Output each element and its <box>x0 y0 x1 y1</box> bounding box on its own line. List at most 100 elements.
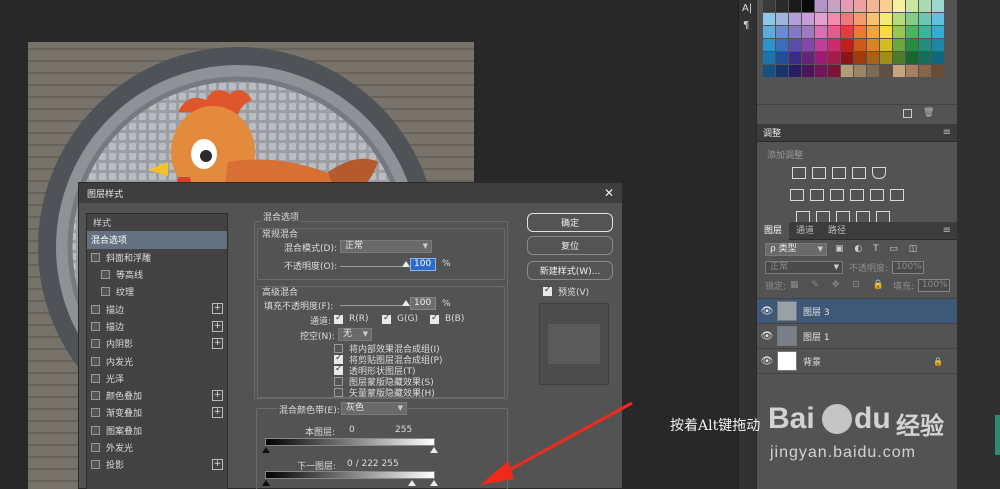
color-swatch[interactable] <box>854 52 866 64</box>
channel-b-checkbox[interactable] <box>430 313 439 324</box>
preview-toggle[interactable]: 预览(V) <box>543 285 589 298</box>
advanced-option-checkbox[interactable] <box>334 364 343 375</box>
color-swatch[interactable] <box>880 52 892 64</box>
curves-icon[interactable] <box>832 167 846 179</box>
color-swatch[interactable] <box>932 0 944 12</box>
style-item[interactable]: 斜面和浮雕 <box>87 249 227 266</box>
color-swatch[interactable] <box>867 39 879 51</box>
color-swatch[interactable] <box>932 26 944 38</box>
color-swatch[interactable] <box>867 13 879 25</box>
color-swatch[interactable] <box>828 39 840 51</box>
color-swatch[interactable] <box>880 26 892 38</box>
color-swatch[interactable] <box>776 13 788 25</box>
color-swatch[interactable] <box>828 52 840 64</box>
channel-r-checkbox[interactable] <box>334 313 343 324</box>
color-swatch[interactable] <box>789 65 801 77</box>
add-effect-icon[interactable]: + <box>212 389 223 401</box>
color-swatch[interactable] <box>828 13 840 25</box>
eye-icon[interactable]: 👁 <box>757 356 777 367</box>
color-swatch[interactable] <box>776 39 788 51</box>
color-swatch[interactable] <box>906 0 918 12</box>
style-item-checkbox[interactable] <box>91 339 100 349</box>
color-swatch[interactable] <box>880 0 892 12</box>
color-swatch[interactable] <box>802 0 814 12</box>
scroll-handle[interactable] <box>995 415 1000 455</box>
style-item[interactable]: 混合选项 <box>87 231 227 249</box>
color-swatch[interactable] <box>828 65 840 77</box>
style-item-checkbox[interactable] <box>91 373 100 383</box>
this-layer-white-knob[interactable] <box>430 447 438 453</box>
style-item-checkbox[interactable] <box>91 425 100 435</box>
color-swatch[interactable] <box>815 39 827 51</box>
exposure-icon[interactable] <box>852 167 866 179</box>
underlying-black-knob[interactable] <box>262 480 270 486</box>
color-swatch[interactable] <box>880 65 892 77</box>
style-item-checkbox[interactable] <box>91 391 100 401</box>
style-item[interactable]: 投影 + <box>87 456 227 473</box>
style-item-checkbox[interactable] <box>91 321 100 331</box>
add-effect-icon[interactable]: + <box>212 303 223 315</box>
this-layer-black-knob[interactable] <box>262 447 270 453</box>
color-swatch[interactable] <box>841 52 853 64</box>
add-effect-icon[interactable]: + <box>212 338 223 350</box>
color-swatch[interactable] <box>893 26 905 38</box>
style-item[interactable]: 外发光 <box>87 439 227 456</box>
color-swatch[interactable] <box>789 39 801 51</box>
color-swatch[interactable] <box>906 65 918 77</box>
brightness-icon[interactable] <box>792 167 806 179</box>
color-swatch[interactable] <box>776 0 788 12</box>
color-swatch[interactable] <box>893 0 905 12</box>
style-item-checkbox[interactable] <box>91 408 100 418</box>
color-swatch[interactable] <box>789 26 801 38</box>
color-swatch[interactable] <box>815 26 827 38</box>
style-item-checkbox[interactable] <box>91 460 100 470</box>
color-swatch[interactable] <box>802 26 814 38</box>
color-swatch[interactable] <box>867 65 879 77</box>
color-swatch[interactable] <box>841 13 853 25</box>
color-swatch[interactable] <box>854 65 866 77</box>
layer-blend-select[interactable]: 正常 ▼ <box>765 260 843 274</box>
channel-r[interactable]: R(R) <box>334 313 369 324</box>
color-swatch[interactable] <box>815 65 827 77</box>
color-swatch[interactable] <box>763 65 775 77</box>
color-swatch[interactable] <box>815 0 827 12</box>
color-swatch[interactable] <box>880 13 892 25</box>
advanced-option-checkbox[interactable] <box>334 353 343 364</box>
preview-checkbox[interactable] <box>543 285 552 296</box>
character-panel-icon[interactable]: A| <box>742 3 756 14</box>
color-swatch[interactable] <box>854 0 866 12</box>
color-swatch[interactable] <box>776 26 788 38</box>
color-swatch[interactable] <box>802 52 814 64</box>
blend-if-select[interactable]: 灰色 ▼ <box>341 402 407 415</box>
style-item[interactable]: 等高线 <box>87 266 227 283</box>
layer-filter-select[interactable]: ρ 类型 ▼ <box>765 242 827 256</box>
color-swatch[interactable] <box>854 39 866 51</box>
color-swatch[interactable] <box>841 0 853 12</box>
hue-saturation-icon[interactable] <box>790 189 804 201</box>
layer-row[interactable]: 👁 图层 3 <box>757 299 957 324</box>
color-swatch[interactable] <box>841 26 853 38</box>
color-swatch[interactable] <box>919 13 931 25</box>
style-item[interactable]: 内发光 <box>87 352 227 369</box>
style-item[interactable]: 描边 + <box>87 318 227 335</box>
color-swatch[interactable] <box>789 0 801 12</box>
color-swatch[interactable] <box>854 26 866 38</box>
channel-g[interactable]: G(G) <box>382 313 418 324</box>
trash-icon[interactable]: 🗑 <box>923 108 934 118</box>
color-swatch[interactable] <box>854 13 866 25</box>
color-swatch[interactable] <box>841 39 853 51</box>
style-item[interactable]: 纹理 <box>87 283 227 300</box>
color-swatch[interactable] <box>906 39 918 51</box>
color-swatch[interactable] <box>867 0 879 12</box>
layer-opacity-input[interactable]: 100% <box>892 260 925 274</box>
color-swatch[interactable] <box>893 13 905 25</box>
color-swatch[interactable] <box>932 39 944 51</box>
opacity-input[interactable]: 100 <box>410 258 436 271</box>
color-swatch[interactable] <box>763 26 775 38</box>
style-item-checkbox[interactable] <box>101 287 110 297</box>
color-swatch[interactable] <box>932 65 944 77</box>
vibrance-icon[interactable] <box>872 167 886 179</box>
color-swatch[interactable] <box>893 65 905 77</box>
color-swatch[interactable] <box>906 13 918 25</box>
knockout-select[interactable]: 无 ▼ <box>338 328 372 341</box>
